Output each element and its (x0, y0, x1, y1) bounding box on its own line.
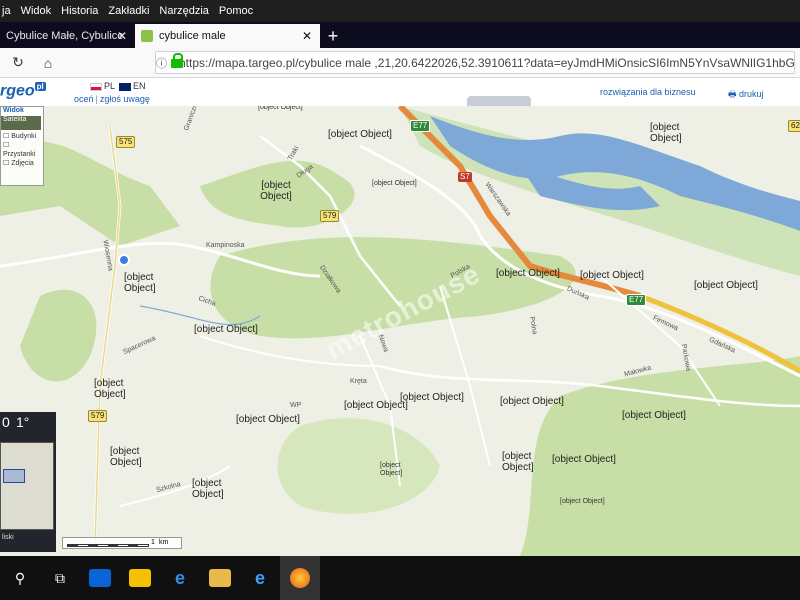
place-label: [object Object] (328, 129, 392, 140)
info-icon[interactable]: ⓘ (156, 55, 167, 71)
edge-icon[interactable]: e (160, 556, 200, 600)
road-shield: S7 (458, 172, 472, 182)
task-view-icon[interactable]: ⧉ (40, 556, 80, 600)
feedback-links: oceń | zgłoś uwagę (74, 94, 150, 104)
tab-bar: Cybulice Małe, Cybulice ✕ cybulice male … (0, 22, 800, 48)
navigation-toolbar: ↻ ⌂ ⓘ https://mapa.targeo.pl/cybulice ma… (0, 48, 800, 78)
business-link[interactable]: rozwiązania dla biznesu (600, 87, 696, 97)
road-shield: 579 (320, 210, 340, 222)
menu-item-help[interactable]: Pomoc (219, 5, 253, 17)
road-shield: E77 (410, 120, 431, 132)
tab-cybulice-male-map[interactable]: cybulice male ✕ (135, 24, 320, 48)
uk-flag-icon (119, 82, 132, 91)
menu-item-view[interactable]: Widok (21, 5, 52, 17)
targeo-logo[interactable]: rgeo pl (0, 82, 46, 100)
close-icon[interactable]: ✕ (302, 29, 312, 43)
place-label: [object Object] (194, 324, 258, 335)
site-header: rgeo pl PL EN oceń | zgłoś uwagę rozwiązani… (0, 78, 800, 106)
reload-icon[interactable]: ↻ (6, 51, 30, 75)
weather-digit: 0 (2, 414, 10, 430)
place-label: [object Object] (380, 462, 403, 477)
web-page: rgeo pl PL EN oceń | zgłoś uwagę rozwiązani… (0, 78, 800, 556)
temperature: 1° (16, 414, 30, 430)
place-label: [object Object] (372, 180, 417, 187)
map-view[interactable]: Widok Satelita ☐ Budynki ☐ Przystanki ☐ … (0, 106, 800, 556)
road-shield: E77 (626, 294, 647, 306)
layer-switcher[interactable]: Widok Satelita ☐ Budynki ☐ Przystanki ☐ … (0, 106, 44, 186)
lang-pl-button[interactable]: PL (90, 81, 115, 91)
lang-en-button[interactable]: EN (119, 81, 146, 91)
place-label: [object Object] (622, 410, 686, 421)
overview-minimap[interactable] (0, 442, 54, 530)
windows-taskbar: ⚲ ⧉ e e (0, 556, 800, 600)
place-label: [object Object] (560, 498, 605, 505)
internet-explorer-icon[interactable]: e (240, 556, 280, 600)
road-label: WP (290, 402, 302, 409)
language-switcher: PL EN (90, 81, 146, 91)
buildings-checkbox[interactable]: ☐ Budynki (1, 132, 43, 141)
menu-bar: ja Widok Historia Zakładki Narzędzia Pom… (0, 0, 800, 22)
place-label: [object Object] (192, 478, 224, 500)
place-label: [object Object] (260, 180, 292, 202)
place-label: [object Object] (580, 270, 644, 281)
url-text[interactable]: https://mapa.targeo.pl/cybulice male ,21… (179, 56, 794, 70)
place-label: [object Object] (258, 106, 303, 111)
satellite-toggle[interactable]: Satelita (1, 116, 41, 130)
home-icon[interactable]: ⌂ (36, 51, 60, 75)
new-tab-button[interactable]: + (320, 24, 346, 48)
place-label: [object Object] (344, 400, 408, 411)
place-label: [object Object] (694, 280, 758, 291)
tab-title: cybulice male (159, 30, 226, 42)
place-label: [object Object] (400, 392, 464, 403)
road-label: Kampinoska (206, 242, 245, 249)
place-label: [object Object] (236, 414, 300, 425)
place-label: [object Object] (502, 451, 534, 473)
layers-title: Widok (3, 107, 24, 114)
scale-bar: 1 km (62, 537, 182, 549)
road-shield: 575 (116, 136, 136, 148)
yellow-app-icon[interactable] (120, 556, 160, 600)
search-icon[interactable]: ⚲ (0, 556, 40, 600)
road-shield: 579 (88, 410, 108, 422)
file-explorer-icon[interactable] (200, 556, 240, 600)
print-link[interactable]: 🖶 drukuj (728, 87, 764, 103)
menu-item-bookmarks[interactable]: Zakładki (108, 5, 149, 17)
menu-item-tools[interactable]: Narzędzia (159, 5, 209, 17)
scale-unit: km (159, 539, 169, 546)
place-label: [object Object] (124, 272, 156, 294)
report-issue-link[interactable]: zgłoś uwagę (100, 94, 150, 104)
place-label: [object Object] (552, 454, 616, 465)
poland-flag-icon (90, 82, 102, 91)
stops-checkbox[interactable]: ☐ Przystanki (1, 141, 43, 159)
photos-checkbox[interactable]: ☐ Zdjęcia (1, 159, 43, 168)
road-label: Kręta (350, 378, 367, 385)
place-label: [object Object] (650, 122, 682, 144)
viewport-box[interactable] (3, 469, 25, 483)
menu-item-edit[interactable]: ja (2, 5, 11, 17)
scale-ruler (67, 544, 149, 547)
tab-cybulice-male-listing[interactable]: Cybulice Małe, Cybulice ✕ (0, 24, 135, 48)
menu-item-history[interactable]: Historia (61, 5, 98, 17)
place-label: [object Object] (496, 268, 560, 279)
close-icon[interactable]: ✕ (117, 29, 127, 43)
place-label: [object Object] (110, 446, 142, 468)
minimap-caption: liski (2, 534, 14, 541)
outlook-app-icon[interactable] (80, 556, 120, 600)
firefox-icon[interactable] (280, 556, 320, 600)
targeo-favicon-icon (141, 30, 153, 42)
weather-widget[interactable]: 0 1° liski (0, 412, 56, 552)
tab-title: Cybulice Małe, Cybulice (6, 30, 124, 42)
rate-link[interactable]: oceń (74, 94, 94, 104)
address-bar[interactable]: ⓘ https://mapa.targeo.pl/cybulice male ,… (155, 51, 795, 74)
collapse-panel-handle[interactable] (467, 96, 531, 106)
place-label: [object Object] (94, 378, 126, 400)
place-label: [object Object] (500, 396, 564, 407)
scale-value: 1 (151, 539, 155, 546)
road-shield: 62 (788, 120, 800, 132)
